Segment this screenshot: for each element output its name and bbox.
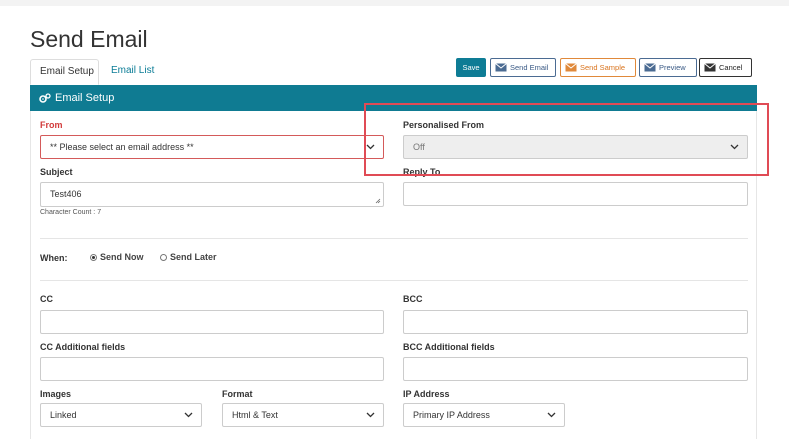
annotation-highlight [364, 103, 769, 176]
cc-input[interactable] [40, 310, 384, 334]
when-label: When: [40, 253, 68, 263]
bcc-label: BCC [403, 294, 423, 304]
bcc-additional-label: BCC Additional fields [403, 342, 495, 352]
bcc-input[interactable] [403, 310, 748, 334]
bcc-additional-input[interactable] [403, 357, 748, 381]
radio-send-later[interactable]: Send Later [160, 252, 217, 262]
character-count: Character Count : 7 [40, 209, 102, 216]
from-select[interactable]: ** Please select an email address ** [40, 135, 384, 159]
ip-address-select[interactable]: Primary IP Address [403, 403, 565, 427]
send-email-button[interactable]: Send Email [490, 58, 556, 77]
cc-label: CC [40, 294, 53, 304]
gears-icon [39, 93, 51, 103]
save-label: Save [462, 63, 480, 72]
send-now-label: Send Now [100, 252, 144, 262]
ip-address-label: IP Address [403, 389, 450, 399]
chevron-down-icon [184, 412, 193, 418]
resize-handle-icon[interactable] [375, 198, 381, 204]
subject-label: Subject [40, 167, 73, 177]
divider [40, 238, 748, 239]
cc-additional-input[interactable] [40, 357, 384, 381]
envelope-icon [565, 63, 577, 72]
chevron-down-icon [547, 412, 556, 418]
top-strip [0, 0, 789, 6]
cancel-label: Cancel [719, 63, 743, 72]
images-select[interactable]: Linked [40, 403, 202, 427]
send-sample-button[interactable]: Send Sample [560, 58, 636, 77]
format-label: Format [222, 389, 253, 399]
send-sample-label: Send Sample [580, 63, 626, 72]
section-title: Email Setup [55, 92, 115, 104]
save-button[interactable]: Save [456, 58, 486, 77]
divider [40, 280, 748, 281]
images-value: Linked [50, 410, 77, 420]
format-select[interactable]: Html & Text [222, 403, 384, 427]
format-value: Html & Text [232, 410, 278, 420]
preview-label: Preview [659, 63, 686, 72]
envelope-icon [644, 63, 656, 72]
radio-selected-icon [90, 253, 97, 261]
send-email-label: Send Email [510, 63, 549, 72]
subject-value: Test406 [50, 189, 82, 199]
send-later-label: Send Later [170, 252, 217, 262]
from-value: ** Please select an email address ** [50, 142, 194, 152]
preview-button[interactable]: Preview [639, 58, 697, 77]
envelope-icon [704, 63, 716, 72]
tab-email-setup[interactable]: Email Setup [30, 59, 99, 85]
page-title: Send Email [30, 26, 148, 52]
radio-send-now[interactable]: Send Now [90, 252, 144, 262]
chevron-down-icon [366, 412, 375, 418]
cc-additional-label: CC Additional fields [40, 342, 126, 352]
from-label: From [40, 120, 63, 130]
reply-to-input[interactable] [403, 182, 748, 206]
cancel-button[interactable]: Cancel [699, 58, 752, 77]
images-label: Images [40, 389, 72, 399]
tab-email-list[interactable]: Email List [102, 59, 163, 85]
ip-address-value: Primary IP Address [413, 410, 490, 420]
envelope-icon [495, 63, 507, 72]
radio-unselected-icon [160, 253, 167, 261]
subject-input[interactable]: Test406 [40, 182, 384, 207]
